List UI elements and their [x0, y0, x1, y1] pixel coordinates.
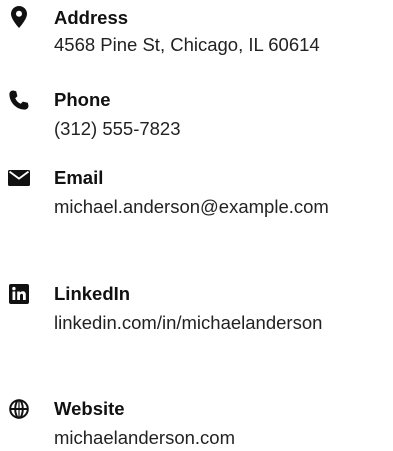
phone-icon — [8, 89, 30, 111]
website-label: Website — [54, 398, 125, 419]
email-link[interactable]: michael.anderson@example.com — [54, 194, 393, 220]
address-value: 4568 Pine St, Chicago, IL 60614 — [54, 34, 320, 55]
envelope-icon — [8, 167, 30, 189]
globe-icon — [8, 398, 30, 420]
email-label: Email — [54, 167, 104, 188]
map-marker-icon — [8, 6, 30, 28]
website-link[interactable]: michaelanderson.com — [54, 425, 393, 451]
linkedin-label: LinkedIn — [54, 283, 131, 304]
address-label: Address — [54, 7, 129, 28]
linkedin-link[interactable]: linkedin.com/in/michaelanderson — [54, 310, 393, 336]
phone-label: Phone — [54, 89, 111, 110]
linkedin-icon — [8, 283, 30, 305]
phone-link[interactable]: (312) 555-7823 — [54, 116, 393, 142]
